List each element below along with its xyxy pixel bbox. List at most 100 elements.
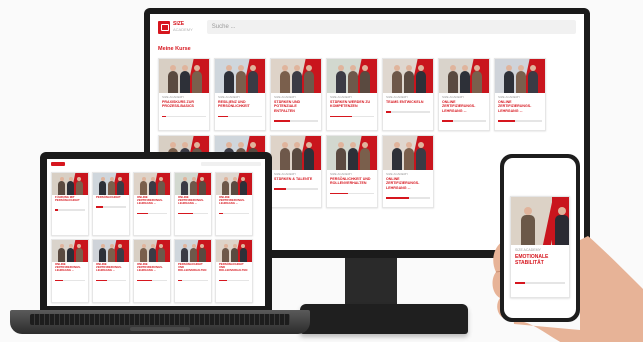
course-title: ONLINE ZERTIFIZIERUNGS-LEHRGANG ... [137, 262, 163, 273]
progress-bar [274, 120, 318, 122]
progress-bar [386, 197, 430, 199]
progress-bar [515, 282, 565, 284]
search-input[interactable]: Suche ... [206, 20, 576, 34]
progress-bar [386, 111, 430, 113]
course-card[interactable]: SIZE ACADEMY STÄRKEN UND POTENZIALE ENTFA… [270, 58, 322, 131]
section-title: Meine Kurse [158, 46, 191, 52]
brand-subname: ACADEMY [173, 27, 193, 32]
laptop: FÜHRUNG MIT PERSÖNLICHKEIT PERSÖNLICHKEIT… [40, 152, 272, 312]
course-thumbnail [52, 173, 88, 195]
course-title: EMOTIONALE STABILITÄT [515, 254, 549, 266]
smartphone: SIZE ACADEMY EMOTIONALE STABILITÄT [500, 154, 580, 322]
course-card[interactable]: SIZE ACADEMY ONLINE ZERTIFIZIERUNGS-LEHRG… [494, 58, 546, 131]
course-thumbnail [271, 59, 321, 93]
course-title: PERSÖNLICHKEIT [96, 195, 121, 199]
progress-bar [498, 120, 542, 122]
course-card[interactable]: SIZE ACADEMY EMOTIONALE STABILITÄT [510, 196, 570, 298]
course-thumbnail [495, 59, 545, 93]
chat-bubble-logo-icon [158, 20, 170, 34]
course-title: STÄRKEN & TALENTE [274, 177, 313, 181]
course-thumbnail [175, 240, 211, 262]
progress-bar [178, 212, 208, 215]
course-card[interactable]: PERSÖNLICHKEIT [92, 172, 130, 236]
course-card[interactable]: ONLINE ZERTIFIZIERUNGS-LEHRGANG ... [215, 172, 253, 236]
course-title: PRAXISKURS ZUR PROZESS-BASICS [162, 100, 194, 109]
course-card[interactable]: SIZE ACADEMY ONLINE ZERTIFIZIERUNGS-LEHRG… [382, 135, 434, 208]
course-thumbnail [134, 173, 170, 195]
course-card[interactable]: ONLINE ZERTIFIZIERUNGS-LEHRGANG ... [133, 239, 171, 303]
course-title: FÜHRUNG MIT PERSÖNLICHKEIT [55, 195, 80, 203]
progress-bar [162, 115, 206, 118]
course-thumbnail [383, 59, 433, 93]
course-thumbnail [511, 197, 569, 245]
course-thumbnail [134, 240, 170, 262]
phone-screen: SIZE ACADEMY EMOTIONALE STABILITÄT [504, 158, 576, 318]
course-card[interactable]: PERSÖNLICHKEIT UND ROLLENVERHALTEN [215, 239, 253, 303]
laptop-app-header [47, 159, 265, 169]
course-title: STÄRKEN WERDEN ZU KOMPETENZEN [330, 100, 371, 109]
course-provider: SIZE ACADEMY [515, 248, 541, 252]
course-card[interactable]: ONLINE ZERTIFIZIERUNGS-LEHRGANG ... [92, 239, 130, 303]
course-card[interactable]: SIZE ACADEMY STÄRKEN & TALENTE [270, 135, 322, 208]
laptop-brand-logo[interactable] [51, 162, 65, 166]
progress-bar [330, 192, 374, 195]
progress-bar [218, 115, 262, 118]
course-card[interactable]: SIZE ACADEMY PRAXISKURS ZUR PROZESS-BASIC… [158, 58, 210, 131]
device-mockup-stage: SIZE ACADEMY Suche ... Meine Kurse SIZE … [0, 0, 643, 342]
course-card[interactable]: SIZE ACADEMY TEAMS ENTWICKELN [382, 58, 434, 131]
course-card[interactable]: SIZE ACADEMY STÄRKEN WERDEN ZU KOMPETENZE… [326, 58, 378, 131]
course-thumbnail [159, 59, 209, 93]
progress-bar [274, 188, 318, 190]
course-title: ONLINE ZERTIFIZIERUNGS-LEHRGANG ... [55, 262, 81, 273]
monitor-stand-base [300, 304, 468, 334]
progress-bar [137, 212, 167, 215]
course-card[interactable]: FÜHRUNG MIT PERSÖNLICHKEIT [51, 172, 89, 236]
progress-bar [96, 206, 126, 208]
course-title: ONLINE ZERTIFIZIERUNGS-LEHRGANG ... [96, 262, 122, 273]
course-thumbnail [216, 240, 252, 262]
course-card[interactable]: ONLINE ZERTIFIZIERUNGS-LEHRGANG ... [174, 172, 212, 236]
course-title: PERSÖNLICHKEIT UND ROLLENVERHALTEN [219, 262, 248, 273]
laptop-keyboard-base [10, 310, 310, 334]
course-title: TEAMS ENTWICKELN [386, 100, 424, 104]
course-card[interactable]: SIZE ACADEMY ONLINE ZERTIFIZIERUNGS-LEHRG… [438, 58, 490, 131]
course-thumbnail [52, 240, 88, 262]
course-title: ONLINE ZERTIFIZIERUNGS-LEHRGANG ... [498, 100, 532, 113]
course-thumbnail [327, 136, 377, 170]
laptop-search-input[interactable] [201, 162, 261, 166]
course-title: ONLINE ZERTIFIZIERUNGS-LEHRGANG ... [137, 195, 163, 206]
course-card[interactable]: PERSÖNLICHKEIT UND ROLLENVERHALTEN [174, 239, 212, 303]
course-title: PERSÖNLICHKEIT UND ROLLENVERHALTEN [178, 262, 207, 273]
course-thumbnail [93, 240, 129, 262]
course-thumbnail [383, 136, 433, 170]
progress-bar [55, 279, 85, 282]
progress-bar [219, 212, 249, 215]
progress-bar [137, 279, 167, 282]
course-title: RESILIENZ UND PERSÖNLICHKEIT [218, 100, 250, 109]
course-title: ONLINE ZERTIFIZIERUNGS-LEHRGANG ... [442, 100, 476, 113]
course-thumbnail [327, 59, 377, 93]
progress-bar [330, 115, 374, 118]
monitor-stand-neck [345, 258, 397, 306]
app-header: SIZE ACADEMY Suche ... [150, 14, 584, 40]
course-title: ONLINE ZERTIFIZIERUNGS-LEHRGANG ... [386, 177, 420, 190]
course-thumbnail [216, 173, 252, 195]
brand-logo[interactable]: SIZE ACADEMY [158, 20, 193, 34]
course-title: ONLINE ZERTIFIZIERUNGS-LEHRGANG ... [219, 195, 245, 206]
laptop-course-grid: FÜHRUNG MIT PERSÖNLICHKEIT PERSÖNLICHKEIT… [47, 169, 265, 306]
progress-bar [96, 279, 126, 282]
course-card[interactable]: SIZE ACADEMY PERSÖNLICHKEIT UND ROLLENVER… [326, 135, 378, 208]
course-thumbnail [175, 173, 211, 195]
progress-bar [178, 279, 208, 282]
course-title: PERSÖNLICHKEIT UND ROLLENVERHALTEN [330, 177, 371, 186]
laptop-screen: FÜHRUNG MIT PERSÖNLICHKEIT PERSÖNLICHKEIT… [47, 159, 265, 306]
course-thumbnail [93, 173, 129, 195]
course-thumbnail [439, 59, 489, 93]
progress-bar [442, 120, 486, 122]
course-card[interactable]: SIZE ACADEMY RESILIENZ UND PERSÖNLICHKEIT [214, 58, 266, 131]
course-card[interactable]: ONLINE ZERTIFIZIERUNGS-LEHRGANG ... [51, 239, 89, 303]
progress-bar [55, 209, 85, 211]
course-thumbnail [215, 59, 265, 93]
course-card[interactable]: ONLINE ZERTIFIZIERUNGS-LEHRGANG ... [133, 172, 171, 236]
course-title: STÄRKEN UND POTENZIALE ENTFALTEN [274, 100, 301, 113]
